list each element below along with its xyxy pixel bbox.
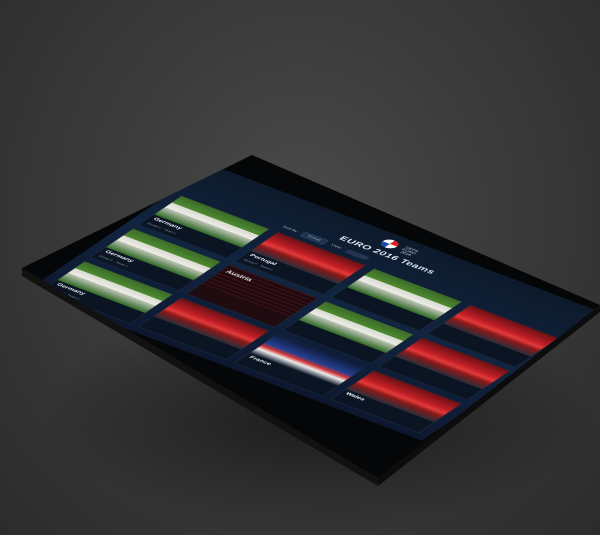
sort-label: Sort by [280, 225, 299, 234]
view-label: View [329, 243, 343, 250]
